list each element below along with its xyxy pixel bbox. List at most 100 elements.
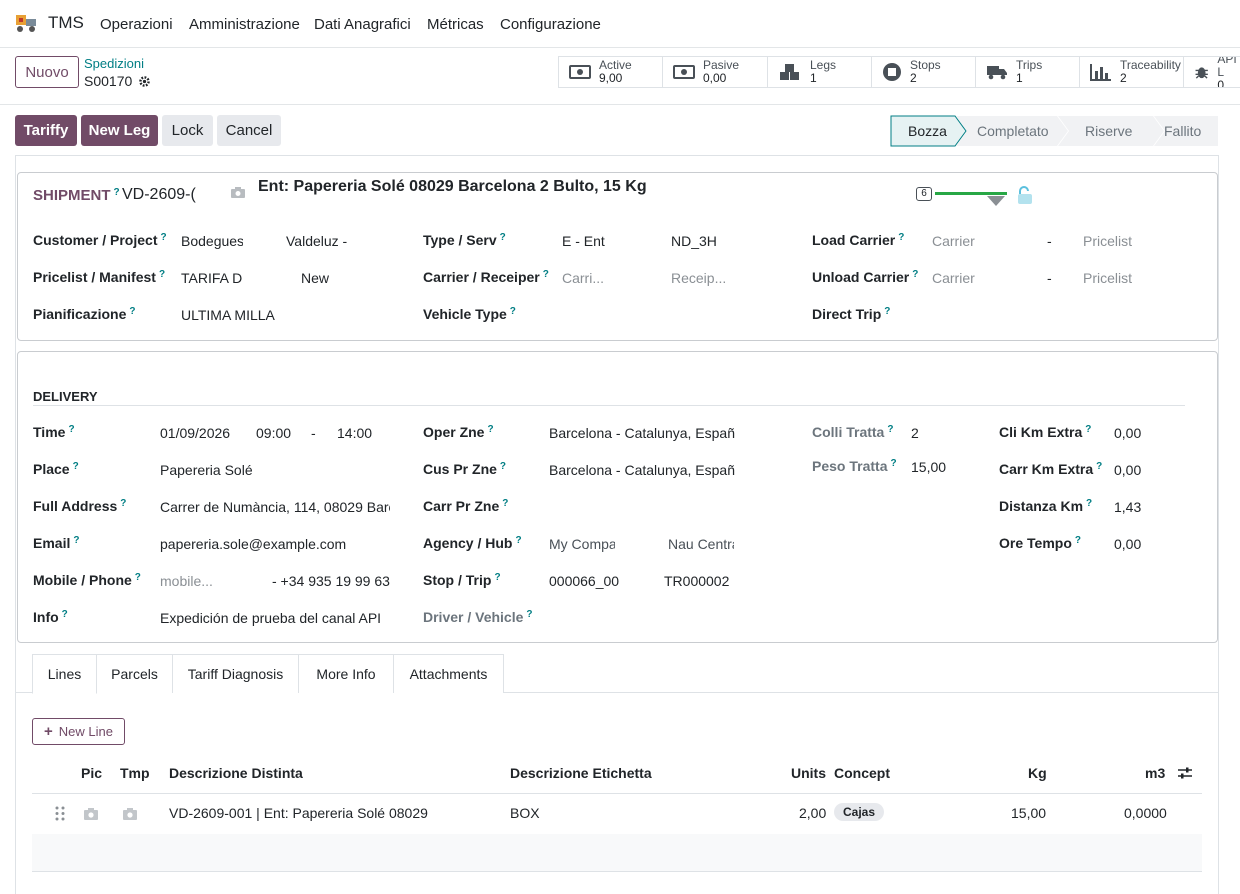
manifest-field[interactable]: New	[301, 270, 329, 286]
lock-button[interactable]: Lock	[162, 115, 213, 146]
unload-pricelist-field[interactable]: Pricelist	[1083, 270, 1132, 286]
col-m3[interactable]: m3	[1145, 765, 1165, 781]
tab-tariff-diagnosis[interactable]: Tariff Diagnosis	[172, 654, 299, 693]
agency-field[interactable]: My Compa	[549, 536, 615, 552]
unload-carrier-label: Unload Carrier?	[812, 269, 919, 285]
unload-carrier-field[interactable]: Carrier	[932, 270, 975, 286]
mobile-field[interactable]: mobile...	[160, 573, 213, 589]
info-field[interactable]: Expedición de prueba del canal API	[160, 610, 381, 626]
type-field[interactable]: E - Ent	[562, 233, 605, 249]
status-bozza[interactable]: Bozza	[908, 123, 947, 139]
place-field[interactable]: Papereria Solé	[160, 462, 253, 478]
tab-lines[interactable]: Lines	[32, 654, 97, 694]
row-kg[interactable]: 15,00	[1011, 805, 1046, 821]
gear-icon[interactable]	[138, 75, 151, 88]
money-icon	[569, 65, 591, 79]
smart-button-stops[interactable]: Stops 2	[871, 56, 975, 88]
receiper-field[interactable]: Receip...	[671, 270, 726, 286]
status-completato[interactable]: Completato	[977, 123, 1049, 139]
time-from-field[interactable]: 09:00	[256, 425, 291, 441]
row-concept-badge[interactable]: Cajas	[834, 803, 885, 821]
menu-operazioni[interactable]: Operazioni	[100, 16, 173, 33]
col-descrizione-etichetta[interactable]: Descrizione Etichetta	[510, 765, 652, 781]
email-label: Email?	[33, 535, 80, 551]
tab-attachments[interactable]: Attachments	[393, 654, 504, 693]
col-kg[interactable]: Kg	[1028, 765, 1047, 781]
status-fallito[interactable]: Fallito	[1164, 123, 1201, 139]
project-field[interactable]: Valdeluz -	[286, 233, 350, 249]
tab-parcels[interactable]: Parcels	[96, 654, 173, 693]
cli-km-extra-label: Cli Km Extra?	[999, 424, 1092, 440]
driver-vehicle-label: Driver / Vehicle?	[423, 609, 533, 625]
load-carrier-field[interactable]: Carrier	[932, 233, 975, 249]
column-settings-icon[interactable]	[1177, 766, 1193, 780]
distanza-km-field[interactable]: 1,43	[1114, 499, 1141, 515]
unlock-icon[interactable]	[1015, 185, 1035, 205]
stop-field[interactable]: 000066_00(	[549, 573, 619, 589]
drag-handle-icon[interactable]	[55, 806, 65, 821]
row-units[interactable]: 2,00	[799, 805, 826, 821]
carr-km-extra-field[interactable]: 0,00	[1114, 462, 1141, 478]
peso-tratta-field: 15,00	[911, 459, 947, 475]
email-field[interactable]: papereria.sole@example.com	[160, 536, 346, 552]
load-pricelist-field[interactable]: Pricelist	[1083, 233, 1132, 249]
serv-field[interactable]: ND_3H	[671, 233, 717, 249]
time-to-field[interactable]: 14:00	[337, 425, 372, 441]
col-tmp[interactable]: Tmp	[120, 765, 150, 781]
app-brand[interactable]: TMS	[14, 12, 84, 34]
new-record-button[interactable]: Nuovo	[15, 56, 79, 88]
oper-zne-field[interactable]: Barcelona - Catalunya, España	[549, 425, 735, 441]
pic-camera-icon[interactable]	[83, 807, 99, 821]
row-descrizione-distinta[interactable]: VD-2609-001 | Ent: Papereria Solé 08029	[169, 805, 428, 821]
smart-value: 1	[810, 71, 817, 85]
caret-down-icon[interactable]	[987, 196, 1005, 206]
bar-chart-icon	[1090, 64, 1111, 81]
col-descrizione-distinta[interactable]: Descrizione Distinta	[169, 765, 303, 781]
full-address-field[interactable]: Carrer de Numància, 114, 08029 Barce	[160, 499, 390, 515]
menu-configurazione[interactable]: Configurazione	[500, 16, 601, 33]
menu-amministrazione[interactable]: Amministrazione	[189, 16, 300, 33]
phone-field[interactable]: - +34 935 19 99 63	[272, 573, 390, 589]
smart-value: 0	[1217, 77, 1225, 88]
col-pic[interactable]: Pic	[81, 765, 102, 781]
cancel-button[interactable]: Cancel	[217, 115, 281, 146]
header-divider	[0, 104, 1240, 105]
tab-more-info[interactable]: More Info	[298, 654, 394, 693]
smart-button-traceability[interactable]: Traceability 2	[1079, 56, 1183, 88]
hub-field[interactable]: Nau Centra	[668, 536, 734, 552]
pianificazione-field[interactable]: ULTIMA MILLA	[181, 307, 275, 323]
smart-button-legs[interactable]: Legs 1	[767, 56, 871, 88]
delivery-divider	[33, 405, 1185, 406]
date-field[interactable]: 01/09/2026	[160, 425, 230, 441]
pricelist-field[interactable]: TARIFA DI	[181, 270, 243, 286]
smart-value: 2	[1120, 71, 1127, 85]
trip-field[interactable]: TR000002	[664, 573, 729, 589]
carrier-receiper-label: Carrier / Receiper?	[423, 269, 549, 285]
col-units[interactable]: Units	[791, 765, 826, 781]
menu-dati-anagrafici[interactable]: Dati Anagrafici	[314, 16, 411, 33]
menu-metricas[interactable]: Métricas	[427, 16, 484, 33]
customer-field[interactable]: Bodegues	[181, 233, 243, 249]
row-descrizione-etichetta[interactable]: BOX	[510, 805, 540, 821]
cli-km-extra-field[interactable]: 0,00	[1114, 425, 1141, 441]
row-m3[interactable]: 0,0000	[1124, 805, 1167, 821]
smart-button-pasive[interactable]: Pasive 0,00	[662, 56, 767, 88]
new-line-button[interactable]: + New Line	[32, 718, 125, 745]
smart-button-active[interactable]: Active 9,00	[558, 56, 662, 88]
status-riserve[interactable]: Riserve	[1085, 123, 1132, 139]
new-leg-button[interactable]: New Leg	[81, 115, 158, 146]
smart-button-trips[interactable]: Trips 1	[975, 56, 1079, 88]
carrier-field[interactable]: Carri...	[562, 270, 604, 286]
smart-button-api-log[interactable]: API L0	[1183, 56, 1240, 88]
col-concept[interactable]: Concept	[834, 765, 890, 781]
shipment-code[interactable]: VD-2609-(	[122, 186, 198, 204]
ore-tempo-field[interactable]: 0,00	[1114, 536, 1141, 552]
camera-icon[interactable]	[230, 186, 246, 199]
tmp-camera-icon[interactable]	[122, 807, 138, 821]
tariffy-button[interactable]: Tariffy	[15, 115, 77, 146]
smart-value: 0,00	[703, 71, 727, 85]
colli-tratta-label: Colli Tratta?	[812, 424, 894, 440]
unload-dash: -	[1047, 270, 1052, 286]
cus-pr-zne-field[interactable]: Barcelona - Catalunya, España	[549, 462, 735, 478]
breadcrumb-spedizioni[interactable]: Spedizioni	[84, 56, 144, 71]
